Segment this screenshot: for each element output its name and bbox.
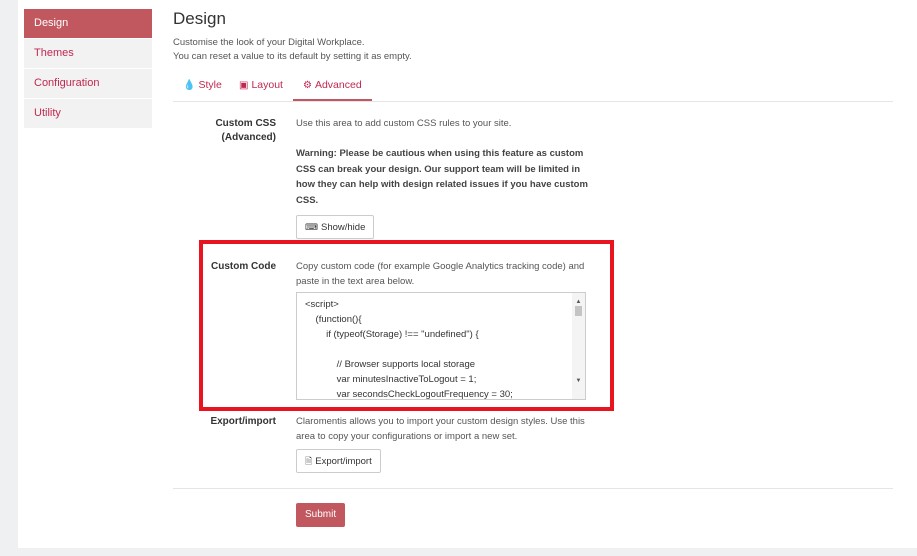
show-hide-button[interactable]: ⌨ Show/hide xyxy=(296,215,375,239)
custom-code-label: Custom Code xyxy=(211,261,276,272)
custom-css-label-line1: Custom CSS xyxy=(215,118,276,129)
custom-css-label-line2: (Advanced) xyxy=(221,132,276,143)
tab-advanced[interactable]: ⚙ Advanced xyxy=(293,70,372,101)
export-import-label: Export/import xyxy=(210,416,276,427)
tab-layout-label: Layout xyxy=(251,79,283,91)
textarea-scrollbar[interactable]: ▲ ▼ xyxy=(572,293,585,399)
page-subtitle-line2: You can reset a value to its default by … xyxy=(173,51,412,62)
page-subtitle-line1: Customise the look of your Digital Workp… xyxy=(173,37,365,48)
custom-code-description: Copy custom code (for example Google Ana… xyxy=(296,261,585,287)
sidebar-item-themes[interactable]: Themes xyxy=(24,39,152,69)
keyboard-icon: ⌨ xyxy=(305,222,318,232)
sidebar-item-configuration[interactable]: Configuration xyxy=(24,69,152,99)
submit-button[interactable]: Submit xyxy=(296,503,346,527)
scrollbar-thumb[interactable] xyxy=(575,306,582,316)
tab-style[interactable]: 💧 Style xyxy=(183,70,222,100)
custom-css-warning: Warning: Please be cautious when using t… xyxy=(296,148,588,206)
gear-icon: ⚙ xyxy=(303,80,312,91)
custom-css-description: Use this area to add custom CSS rules to… xyxy=(296,118,512,129)
page-title: Design xyxy=(173,9,226,28)
export-import-description: Claromentis allows you to import your cu… xyxy=(296,416,585,442)
tab-style-label: Style xyxy=(198,79,222,91)
show-hide-button-label: Show/hide xyxy=(321,222,366,233)
export-import-button[interactable]: 🗎 Export/import xyxy=(296,449,381,473)
paint-drops-icon: 💧 xyxy=(183,80,196,91)
export-import-button-label: Export/import xyxy=(315,456,372,467)
scroll-down-icon[interactable]: ▼ xyxy=(572,374,585,389)
layout-icon: ▣ xyxy=(239,80,249,91)
divider xyxy=(173,488,893,489)
sidebar: Design Themes Configuration Utility xyxy=(24,9,152,129)
custom-code-content[interactable]: <script> (function(){ if (typeof(Storage… xyxy=(297,293,585,399)
tab-bar: 💧 Style ▣ Layout ⚙ Advanced xyxy=(173,70,893,102)
tab-advanced-label: Advanced xyxy=(314,79,362,91)
tab-layout[interactable]: ▣ Layout xyxy=(239,70,283,100)
custom-css-label: Custom CSS (Advanced) xyxy=(176,117,276,145)
custom-code-textarea[interactable]: <script> (function(){ if (typeof(Storage… xyxy=(296,292,586,400)
sidebar-item-design[interactable]: Design xyxy=(24,9,152,39)
file-export-icon: 🗎 xyxy=(305,456,313,466)
sidebar-item-utility[interactable]: Utility xyxy=(24,99,152,129)
